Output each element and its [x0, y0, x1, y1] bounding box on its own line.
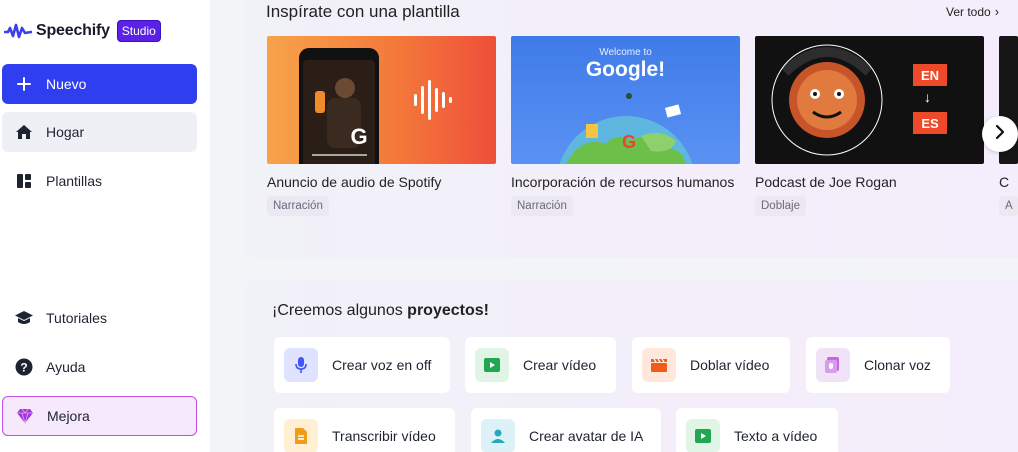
studio-badge: Studio [116, 20, 161, 42]
template-name: C [999, 174, 1010, 190]
sidebar-item-home[interactable]: Hogar [2, 112, 197, 152]
template-name: Podcast de Joe Rogan [755, 174, 897, 190]
template-tag: Narración [511, 196, 573, 216]
gatorade-logo-icon: G [350, 124, 367, 149]
action-label: Crear voz en off [332, 357, 432, 373]
create-voiceover-button[interactable]: Crear voz en off [274, 337, 450, 393]
see-all-label: Ver todo [946, 4, 991, 19]
sidebar-item-label: Hogar [46, 124, 85, 140]
avatar-icon [481, 419, 515, 452]
chevron-right-icon [994, 124, 1006, 144]
speechify-logo-icon [4, 23, 32, 39]
voice-clone-icon [816, 348, 850, 382]
action-label: Transcribir vídeo [332, 428, 436, 444]
new-button[interactable]: Nuevo [2, 64, 197, 104]
action-label: Texto a vídeo [734, 428, 818, 444]
video-play-icon [475, 348, 509, 382]
see-all-link[interactable]: Ver todo › [946, 4, 999, 19]
arrow-down-icon: ↓ [924, 89, 931, 105]
graduation-cap-icon [14, 308, 34, 328]
sidebar-item-templates[interactable]: Plantillas [2, 161, 197, 201]
help-icon: ? [14, 357, 34, 377]
sidebar-item-label: Tutoriales [46, 310, 107, 326]
podcast-logo-illustration [771, 44, 883, 156]
upgrade-button[interactable]: Mejora [2, 396, 197, 436]
template-card-joe-rogan[interactable]: EN ↓ ES Podcast de Joe Rogan Doblaje [755, 36, 984, 216]
dub-video-button[interactable]: Doblar vídeo [632, 337, 790, 393]
projects-title-bold: proyectos! [407, 302, 489, 319]
sidebar-item-help[interactable]: ? Ayuda [2, 347, 197, 387]
clone-voice-button[interactable]: Clonar voz [806, 337, 950, 393]
create-ai-avatar-button[interactable]: Crear avatar de IA [471, 408, 661, 452]
template-tag: A [999, 196, 1018, 216]
lang-from-badge: EN [913, 64, 947, 86]
upgrade-label: Mejora [47, 408, 90, 424]
main-content: Inspírate con una plantilla Ver todo › G [210, 0, 1018, 452]
create-video-button[interactable]: Crear vídeo [465, 337, 616, 393]
sidebar-item-label: Ayuda [46, 359, 86, 375]
action-label: Clonar voz [864, 357, 931, 373]
microphone-icon [284, 348, 318, 382]
template-thumbnail: Welcome to Google! G [511, 36, 740, 164]
projects-title-prefix: ¡Creemos algunos [272, 302, 408, 319]
logo[interactable]: Speechify Studio [4, 19, 161, 43]
template-card-spotify[interactable]: G Anuncio de audio de Spotify Narración [267, 36, 496, 216]
template-name: Anuncio de audio de Spotify [267, 174, 442, 190]
chevron-right-icon: › [994, 4, 1000, 19]
new-label: Nuevo [46, 76, 87, 92]
action-label: Doblar vídeo [690, 357, 770, 373]
templates-title: Inspírate con una plantilla [266, 2, 460, 21]
brand-name: Speechify [36, 22, 110, 39]
globe-illustration: G [559, 93, 693, 164]
plus-icon [14, 74, 34, 94]
document-icon [284, 419, 318, 452]
template-name: Incorporación de recursos humanos [511, 174, 735, 190]
template-thumbnail: G [267, 36, 496, 164]
text-to-video-button[interactable]: Texto a vídeo [676, 408, 838, 452]
spotify-ad-illustration: G [299, 48, 452, 164]
projects-title: ¡Creemos algunos proyectos! [272, 302, 489, 320]
lang-to-badge: ES [913, 112, 947, 134]
svg-text:?: ? [20, 361, 27, 375]
template-card-hr[interactable]: Welcome to Google! G Incorporación de re… [511, 36, 740, 216]
action-label: Crear vídeo [523, 357, 597, 373]
template-thumbnail: EN ↓ ES [755, 36, 984, 164]
transcribe-video-button[interactable]: Transcribir vídeo [274, 408, 455, 452]
carousel-next-button[interactable] [982, 116, 1018, 152]
template-tag: Narración [267, 196, 329, 216]
diamond-icon [15, 406, 35, 426]
sidebar-item-label: Plantillas [46, 173, 103, 189]
clapperboard-icon [642, 348, 676, 382]
svg-text:G: G [622, 132, 636, 152]
video-play-icon [686, 419, 720, 452]
template-tag: Doblaje [755, 196, 806, 216]
sidebar-item-tutorials[interactable]: Tutoriales [2, 298, 197, 338]
action-label: Crear avatar de IA [529, 428, 644, 444]
home-icon [14, 122, 34, 142]
sidebar: Speechify Studio Nuevo Hogar Plantillas … [0, 0, 210, 452]
templates-icon [14, 171, 34, 191]
